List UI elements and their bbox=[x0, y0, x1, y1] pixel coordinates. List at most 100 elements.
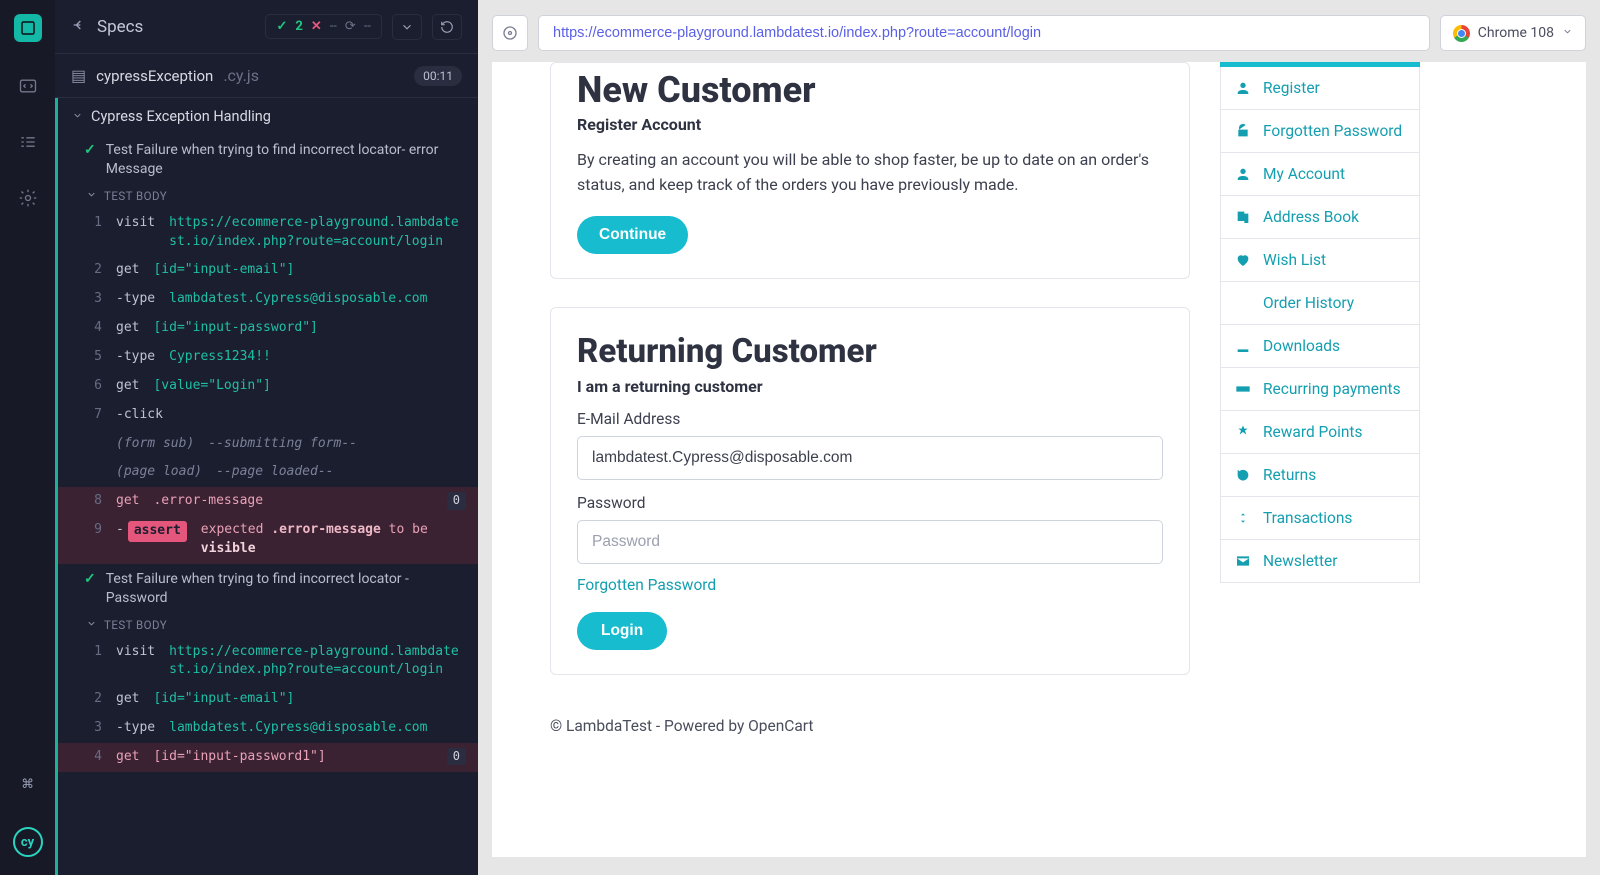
command-name: get bbox=[116, 319, 139, 338]
sidebar-item-icon bbox=[1235, 424, 1251, 440]
password-label: Password bbox=[577, 494, 1163, 512]
browser-selector[interactable]: Chrome 108 bbox=[1440, 15, 1586, 51]
runner-main: Specs ✓ 2 ✕ -- ⟳ -- ▤ cypressException.c… bbox=[55, 0, 478, 875]
command-name: (page load) bbox=[116, 463, 202, 482]
sidebar-item-register[interactable]: Register bbox=[1220, 67, 1420, 110]
url-input[interactable] bbox=[538, 15, 1430, 51]
command-row[interactable]: 4get[id="input-password1"]0 bbox=[55, 743, 478, 772]
command-name: -click bbox=[116, 406, 163, 425]
test-title[interactable]: ✓ Test Failure when trying to find incor… bbox=[58, 135, 478, 185]
command-row[interactable]: 6 get [value="Login"] bbox=[58, 372, 478, 401]
gear-icon[interactable] bbox=[16, 186, 40, 210]
sidebar-item-label: Register bbox=[1263, 79, 1320, 97]
command-row[interactable]: 1visithttps://ecommerce-playground.lambd… bbox=[58, 209, 478, 257]
new-customer-card: New Customer Register Account By creatin… bbox=[550, 62, 1190, 279]
test-title[interactable]: ✓ Test Failure when trying to find incor… bbox=[58, 564, 478, 614]
line-number: 2 bbox=[86, 690, 102, 709]
reload-button[interactable] bbox=[432, 14, 462, 40]
code-icon[interactable] bbox=[16, 74, 40, 98]
command-log: 1visithttps://ecommerce-playground.lambd… bbox=[58, 638, 478, 772]
selector-picker-button[interactable] bbox=[492, 15, 528, 51]
sidebar-item-order-history[interactable]: Order History bbox=[1220, 282, 1420, 325]
runner-title: Specs bbox=[97, 17, 255, 37]
command-row[interactable]: 7 -click bbox=[58, 401, 478, 430]
list-icon[interactable] bbox=[16, 130, 40, 154]
command-name: (form sub) bbox=[116, 435, 194, 454]
pass-count: 2 bbox=[295, 19, 302, 34]
command-row[interactable]: 3-typelambdatest.Cypress@disposable.com bbox=[58, 285, 478, 314]
line-number: 3 bbox=[86, 719, 102, 738]
spec-ext: .cy.js bbox=[223, 66, 259, 85]
command-row[interactable]: (form sub)--submitting form-- bbox=[58, 430, 478, 459]
url-bar: Chrome 108 bbox=[492, 12, 1586, 54]
command-arg: [value="Login"] bbox=[153, 377, 270, 396]
footer-copyright: © LambdaTest - Powered by OpenCart bbox=[550, 703, 1190, 739]
command-row[interactable]: (page load)--page loaded-- bbox=[58, 458, 478, 487]
command-row[interactable]: 5-typeCypress1234!! bbox=[58, 343, 478, 372]
back-icon[interactable] bbox=[71, 17, 87, 37]
test-list: Cypress Exception Handling ✓ Test Failur… bbox=[55, 98, 478, 875]
check-icon: ✓ bbox=[84, 570, 96, 608]
cypress-logo-icon[interactable] bbox=[14, 14, 42, 42]
returning-customer-card: Returning Customer I am a returning cust… bbox=[550, 307, 1190, 675]
line-number: 6 bbox=[86, 377, 102, 396]
line-number: 2 bbox=[86, 261, 102, 280]
line-number: 1 bbox=[86, 643, 102, 662]
sidebar-item-icon bbox=[1235, 553, 1251, 569]
spec-duration: 00:11 bbox=[414, 66, 462, 86]
line-number: 5 bbox=[86, 348, 102, 367]
sidebar-item-icon bbox=[1235, 467, 1251, 483]
account-sidebar: Register Forgotten Password My Account Addr… bbox=[1220, 62, 1420, 827]
new-customer-heading: New Customer bbox=[577, 69, 1163, 111]
sidebar-item-wish-list[interactable]: Wish List bbox=[1220, 239, 1420, 282]
match-count: 0 bbox=[447, 492, 466, 509]
command-row[interactable]: 4get[id="input-password"] bbox=[58, 314, 478, 343]
sidebar-item-downloads[interactable]: Downloads bbox=[1220, 325, 1420, 368]
sidebar-item-address-book[interactable]: Address Book bbox=[1220, 196, 1420, 239]
command-name: -type bbox=[116, 348, 155, 367]
command-row[interactable]: 2get[id="input-email"] bbox=[58, 685, 478, 714]
chevron-down-icon bbox=[72, 108, 83, 125]
spec-file-row[interactable]: ▤ cypressException.cy.js 00:11 bbox=[55, 54, 478, 98]
forgotten-password-link[interactable]: Forgotten Password bbox=[577, 576, 716, 594]
command-name: get bbox=[116, 492, 139, 511]
line-number: 4 bbox=[86, 319, 102, 338]
fail-x-icon: ✕ bbox=[311, 19, 322, 34]
cypress-runner-panel: ⌘ cy Specs ✓ 2 ✕ -- ⟳ -- ▤ cypressExcept… bbox=[0, 0, 478, 875]
command-log: 1visithttps://ecommerce-playground.lambd… bbox=[58, 209, 478, 564]
command-row[interactable]: 2get[id="input-email"] bbox=[58, 256, 478, 285]
suite-title[interactable]: Cypress Exception Handling bbox=[58, 98, 478, 135]
login-button[interactable]: Login bbox=[577, 612, 667, 650]
command-name: get bbox=[116, 377, 139, 396]
spec-filename: cypressException bbox=[96, 67, 213, 85]
keyboard-shortcut-icon[interactable]: ⌘ bbox=[22, 774, 33, 795]
sidebar-item-my-account[interactable]: My Account bbox=[1220, 153, 1420, 196]
test-body-label[interactable]: TEST BODY bbox=[58, 185, 478, 209]
password-input[interactable] bbox=[577, 520, 1163, 564]
sidebar-item-transactions[interactable]: Transactions bbox=[1220, 497, 1420, 540]
test-body-label[interactable]: TEST BODY bbox=[58, 614, 478, 638]
sidebar-item-icon bbox=[1235, 209, 1251, 225]
chevron-down-icon bbox=[86, 618, 97, 632]
command-arg: [id="input-password1"] bbox=[153, 748, 325, 767]
chevron-down-button[interactable] bbox=[392, 14, 422, 40]
command-row[interactable]: 3-typelambdatest.Cypress@disposable.com bbox=[58, 714, 478, 743]
assert-pill: assert bbox=[128, 521, 187, 542]
line-number: 3 bbox=[86, 290, 102, 309]
command-row[interactable]: 9-assert expected .error-message to be v… bbox=[55, 516, 478, 564]
sidebar-item-reward-points[interactable]: Reward Points bbox=[1220, 411, 1420, 454]
sidebar-item-label: Downloads bbox=[1263, 337, 1340, 355]
command-row[interactable]: 1visithttps://ecommerce-playground.lambd… bbox=[58, 638, 478, 686]
sidebar-item-forgotten-password[interactable]: Forgotten Password bbox=[1220, 110, 1420, 153]
sidebar-item-returns[interactable]: Returns bbox=[1220, 454, 1420, 497]
sidebar-item-icon bbox=[1235, 295, 1251, 311]
command-row[interactable]: 8get.error-message0 bbox=[55, 487, 478, 516]
line-number: 7 bbox=[86, 406, 102, 425]
sidebar-item-label: My Account bbox=[1263, 165, 1345, 183]
sidebar-item-newsletter[interactable]: Newsletter bbox=[1220, 540, 1420, 583]
sidebar-item-recurring-payments[interactable]: Recurring payments bbox=[1220, 368, 1420, 411]
continue-button[interactable]: Continue bbox=[577, 216, 688, 254]
command-name: get bbox=[116, 261, 139, 280]
email-input[interactable] bbox=[577, 436, 1163, 480]
cypress-round-logo-icon[interactable]: cy bbox=[13, 827, 43, 857]
